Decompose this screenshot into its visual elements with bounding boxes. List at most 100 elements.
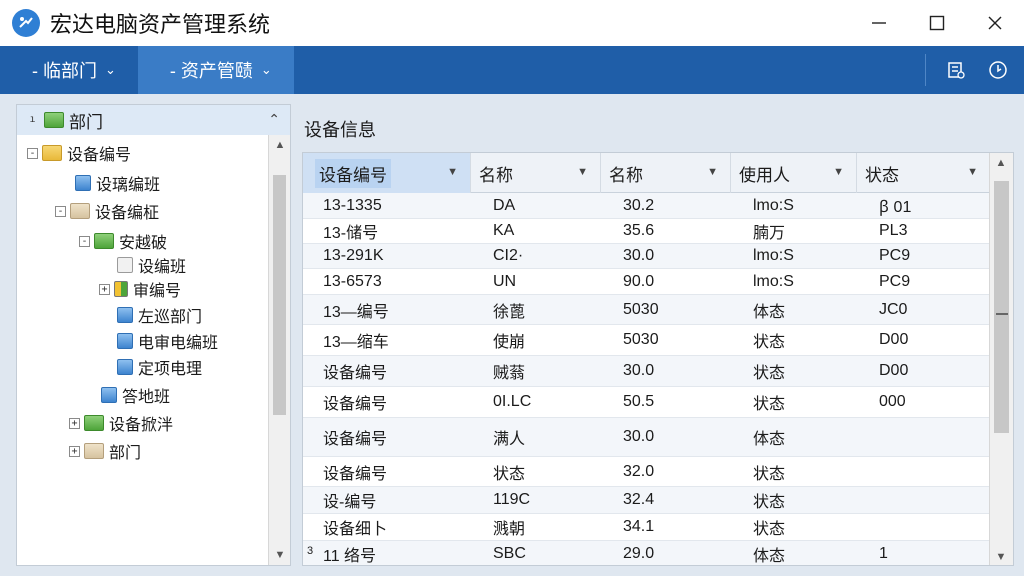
dropdown-icon[interactable]: ▼ xyxy=(447,166,458,178)
table-row[interactable]: 设备编号 贼蓊 30.0 状态 D00 xyxy=(303,356,991,387)
folder-icon xyxy=(84,415,104,431)
tree-node-label: 设备编号 xyxy=(67,147,132,164)
table-cell: 0I.LC xyxy=(493,393,532,410)
tree-node-label: 定项电理 xyxy=(138,361,203,378)
table-cell: 满人 xyxy=(493,431,526,448)
table-cell: 使崩 xyxy=(493,334,526,351)
table-cell: 30.2 xyxy=(623,196,655,214)
tree-node[interactable]: 电审电编班 xyxy=(117,329,218,353)
table-cell: 13-291K xyxy=(323,247,384,264)
table-cell: 体态 xyxy=(753,431,786,448)
table-row[interactable]: 设备编号 0I.LC 50.5 状态 000 xyxy=(303,387,991,418)
minimize-button[interactable] xyxy=(850,0,908,46)
tree-expander[interactable]: - xyxy=(55,205,66,217)
column-header-status[interactable]: 状态 ▼ xyxy=(857,153,991,193)
tree-root-expander[interactable]: ı xyxy=(27,114,38,126)
dropdown-icon[interactable]: ▼ xyxy=(833,166,844,178)
table-cell: 设备编号 xyxy=(323,396,388,413)
folder-icon xyxy=(70,203,90,219)
document-icon xyxy=(117,307,133,323)
power-icon[interactable] xyxy=(982,54,1014,86)
table-row[interactable]: 13—缩车 使崩 5030 状态 D00 xyxy=(303,325,991,356)
folder-icon xyxy=(94,233,114,249)
chevron-up-icon[interactable]: ⌃ xyxy=(268,111,280,128)
tree-node[interactable]: 设编班 xyxy=(117,253,186,277)
table-cell: 设备编号 xyxy=(323,365,388,382)
table-row[interactable]: 11 络号 SBC 29.0 体态 1 3 xyxy=(303,541,991,565)
table-cell: 30.0 xyxy=(623,428,655,445)
table-cell: 13—编号 xyxy=(323,303,389,321)
tree-node[interactable]: - 设备编柾 xyxy=(55,199,159,223)
scroll-down-icon[interactable]: ▼ xyxy=(990,547,1012,565)
tree-node[interactable]: + 审编号 xyxy=(99,277,181,301)
document-icon xyxy=(117,359,133,375)
table-scrollbar[interactable]: ▲ ▼ xyxy=(989,153,1013,565)
table-row[interactable]: 设备编号 满人 30.0 体态 xyxy=(303,418,991,457)
table-cell: SBC xyxy=(493,544,526,562)
column-header-user[interactable]: 使用人 ▼ xyxy=(731,153,857,193)
menu-department[interactable]: - 临部门 ⌄ xyxy=(0,46,138,94)
table-row[interactable]: 设-编号 119C 32.4 状态 xyxy=(303,487,991,514)
folder-icon xyxy=(42,145,62,161)
scroll-down-icon[interactable]: ▼ xyxy=(269,545,291,565)
maximize-button[interactable] xyxy=(908,0,966,46)
tree-node-label: 设璃编班 xyxy=(96,177,161,194)
table-cell: 状态 xyxy=(753,521,786,538)
column-header-name[interactable]: 名称 ▼ xyxy=(471,153,601,193)
table-cell: D00 xyxy=(879,362,909,379)
table-row[interactable]: 13-1335 DA 30.2 lmo:S ꞵ 01 xyxy=(303,193,991,219)
tree-node-label: 设备编柾 xyxy=(95,205,160,222)
dropdown-icon[interactable]: ▼ xyxy=(577,166,588,178)
table-cell: 状态 xyxy=(753,494,786,511)
dropdown-icon[interactable]: ▼ xyxy=(707,166,718,178)
tree-expander[interactable]: + xyxy=(69,417,80,429)
tree-scroll-thumb[interactable] xyxy=(273,175,286,415)
table-cell: 徐蓖 xyxy=(493,303,526,321)
tree-node-label: 部门 xyxy=(109,445,142,462)
folder-icon xyxy=(44,112,64,128)
table-scroll-thumb[interactable] xyxy=(994,181,1009,433)
table-row[interactable]: 设备编号 状态 32.0 状态 xyxy=(303,457,991,487)
tree-expander[interactable]: + xyxy=(69,445,80,457)
table-row[interactable]: 13-6573 UN 90.0 lmo:S PC9 xyxy=(303,269,991,295)
column-header-label: 使用人 xyxy=(739,165,790,185)
table-row[interactable]: 13—编号 徐蓖 5030 体态 JC0 xyxy=(303,295,991,325)
table-cell: PC9 xyxy=(879,247,911,264)
column-header-device-id[interactable]: 设备编号 ▼ xyxy=(303,153,471,193)
tree-expander[interactable]: - xyxy=(79,235,90,247)
table-cell: D00 xyxy=(879,331,909,348)
column-header-label: 名称 xyxy=(479,165,513,185)
table-row[interactable]: 13-储号 KA 35.6 腩万 PL3 xyxy=(303,219,991,244)
tree-node[interactable]: - 设备编号 xyxy=(27,141,131,165)
tree-node[interactable]: - 安越破 xyxy=(79,229,167,253)
tree-header[interactable]: ı 部门 ⌃ xyxy=(17,105,290,135)
table-cell: UN xyxy=(493,272,517,290)
table-cell: 5030 xyxy=(623,300,659,318)
table-cell: 状态 xyxy=(753,334,786,351)
scroll-up-icon[interactable]: ▲ xyxy=(990,153,1012,173)
column-header-name-2[interactable]: 名称 ▼ xyxy=(601,153,731,193)
scroll-up-icon[interactable]: ▲ xyxy=(269,135,291,155)
table-row[interactable]: 设备细卜 溅朝 34.1 状态 xyxy=(303,514,991,541)
table-cell: 体态 xyxy=(753,303,786,321)
tree-node[interactable]: + 部门 xyxy=(69,439,141,463)
list-settings-icon[interactable] xyxy=(940,54,972,86)
table-cell: 13-6573 xyxy=(323,272,382,290)
table-cell: 体态 xyxy=(753,547,786,565)
menu-asset-management[interactable]: - 资产管赜 ⌄ xyxy=(137,46,294,94)
tree-node[interactable]: 定项电理 xyxy=(117,355,202,379)
table-row[interactable]: 13-291K CI2· 30.0 lmo:S PC9 xyxy=(303,244,991,269)
table-cell: 50.5 xyxy=(623,393,655,410)
dropdown-icon[interactable]: ▼ xyxy=(967,166,978,178)
tree-node[interactable]: 设璃编班 xyxy=(75,171,160,195)
tree-expander[interactable]: + xyxy=(99,283,110,295)
tree-node[interactable]: 答地班 xyxy=(101,383,170,407)
tree-expander[interactable]: - xyxy=(27,147,38,159)
tree-scrollbar[interactable]: ▲ ▼ xyxy=(268,135,290,565)
close-button[interactable] xyxy=(966,0,1024,46)
column-header-label: 名称 xyxy=(609,165,643,185)
tree-node[interactable]: 左巡部门 xyxy=(117,303,202,327)
tree-node[interactable]: + 设备掀泮 xyxy=(69,411,173,435)
column-header-label: 设备编号 xyxy=(315,158,391,188)
document-icon xyxy=(117,333,133,349)
